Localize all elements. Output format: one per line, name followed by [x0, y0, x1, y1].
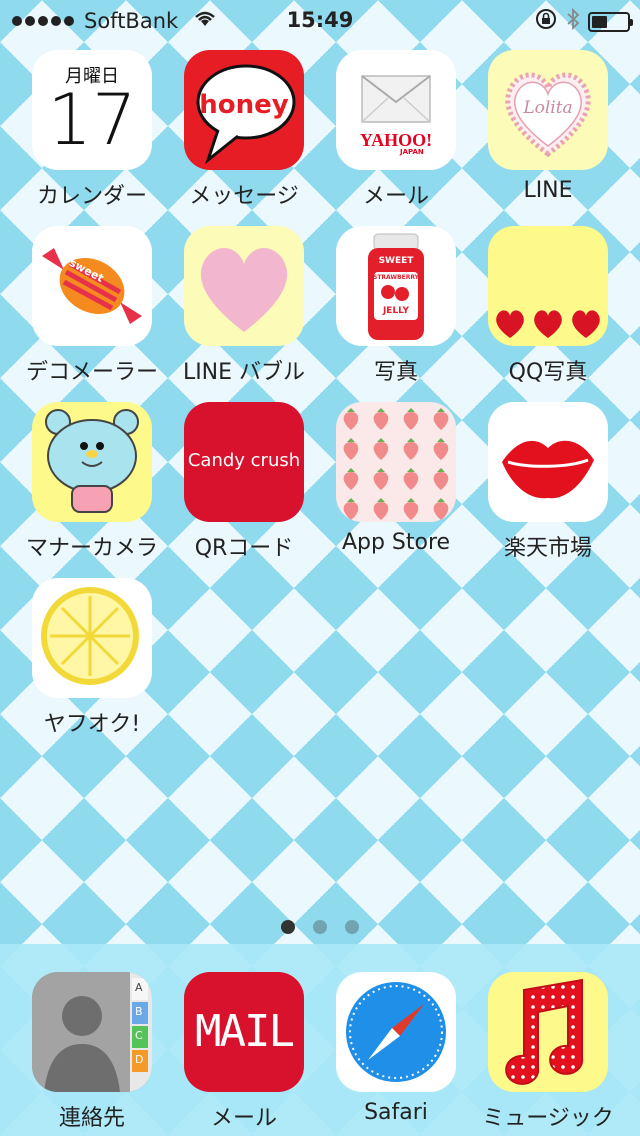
app-label: App Store: [341, 530, 451, 555]
status-bar: SoftBank 15:49: [0, 0, 640, 40]
app-qr-code[interactable]: Candy crush QRコード: [168, 402, 320, 562]
app-qq-photos[interactable]: QQ写真: [472, 226, 624, 386]
app-calendar[interactable]: 月曜日 17 カレンダー: [16, 50, 168, 210]
dock-app-safari[interactable]: Safari: [320, 972, 472, 1125]
app-label: マナーカメラ: [25, 536, 158, 561]
app-label: 連絡先: [58, 1106, 125, 1131]
index-tab-d: D: [135, 1053, 144, 1066]
app-messages[interactable]: honey メッセージ: [168, 50, 320, 210]
polka-bear-icon: [32, 402, 152, 522]
app-label: ヤフオク!: [43, 712, 141, 737]
app-label: デコメーラー: [25, 360, 158, 385]
app-manner-camera[interactable]: マナーカメラ: [16, 402, 168, 562]
jar-label-bottom: JELLY: [382, 306, 410, 316]
dock-app-mail[interactable]: MAIL メール: [168, 972, 320, 1132]
jar-label-mid: STRAWBERRY: [373, 274, 419, 281]
app-label: QRコード: [194, 536, 294, 561]
index-tab-c: C: [135, 1029, 143, 1042]
page-indicator[interactable]: [0, 920, 640, 934]
contacts-silhouette-icon: A B C D: [32, 972, 152, 1092]
candy-crush-icon: Candy crush: [184, 402, 304, 522]
app-label: メッセージ: [189, 184, 299, 209]
lolita-text: Lolita: [523, 98, 573, 118]
app-store[interactable]: App Store: [320, 402, 472, 555]
polka-music-note-icon: [488, 972, 608, 1092]
app-label: 写真: [373, 360, 418, 385]
dock-app-contacts[interactable]: A B C D 連絡先: [16, 972, 168, 1132]
rotation-lock-icon: [534, 7, 558, 36]
lemon-slice-icon: [32, 578, 152, 698]
honey-text: honey: [199, 90, 289, 120]
calendar-day: 17: [47, 79, 137, 161]
app-rakuten[interactable]: 楽天市場: [472, 402, 624, 562]
lolita-heart-icon: Lolita: [488, 50, 608, 170]
three-hearts-icon: [488, 226, 608, 346]
jar-label-top: SWEET: [378, 256, 414, 266]
honey-speech-bubble-icon: honey: [184, 50, 304, 170]
app-label: LINE バブル: [182, 360, 306, 385]
strawberry-pattern-icon: [336, 402, 456, 522]
app-label: メール: [210, 1106, 277, 1131]
app-yahoo-auction[interactable]: ヤフオク!: [16, 578, 168, 738]
lips-icon: [488, 402, 608, 522]
envelope-icon: YAHOO! JAPAN: [336, 50, 456, 170]
index-tab-a: A: [135, 981, 143, 994]
battery-icon: [588, 11, 633, 32]
app-label: LINE: [523, 178, 573, 203]
mail-text-icon: MAIL: [184, 972, 304, 1092]
app-label: 楽天市場: [503, 536, 592, 561]
app-photos[interactable]: SWEET STRAWBERRY JELLY 写真: [320, 226, 472, 386]
app-line[interactable]: Lolita LINE: [472, 50, 624, 203]
app-yahoo-mail[interactable]: YAHOO! JAPAN メール: [320, 50, 472, 210]
jelly-jar-icon: SWEET STRAWBERRY JELLY: [336, 226, 456, 346]
page-dot-3[interactable]: [345, 920, 359, 934]
page-dot-2[interactable]: [313, 920, 327, 934]
yahoo-logo-sub: JAPAN: [400, 148, 424, 156]
app-label: QQ写真: [508, 360, 588, 385]
app-line-bubble[interactable]: LINE バブル: [168, 226, 320, 386]
battery-level: [592, 15, 607, 28]
dock-app-music[interactable]: ミュージック: [472, 972, 624, 1132]
pink-heart-icon: [184, 226, 304, 346]
mail-text: MAIL: [195, 1006, 295, 1057]
app-decomailer[interactable]: sweet デコメーラー: [16, 226, 168, 386]
yahoo-logo: YAHOO!: [359, 130, 433, 150]
app-label: メール: [362, 184, 429, 209]
app-label: カレンダー: [36, 184, 147, 209]
bluetooth-icon: [566, 7, 580, 36]
wrapped-candy-icon: sweet: [32, 226, 152, 346]
page-dot-1[interactable]: [281, 920, 295, 934]
compass-icon: [336, 972, 456, 1092]
index-tab-b: B: [135, 1005, 143, 1018]
app-label: ミュージック: [482, 1106, 614, 1131]
candy-crush-text: Candy crush: [187, 450, 301, 471]
home-screen: SoftBank 15:49 月曜日 17 カレンダー honey メッセージ …: [0, 0, 640, 1136]
status-right-group: [534, 7, 633, 36]
dock: A B C D 連絡先 MAIL メール Safari ミュージック: [0, 944, 640, 1136]
calendar-icon: 月曜日 17: [32, 50, 152, 170]
app-label: Safari: [364, 1100, 428, 1125]
